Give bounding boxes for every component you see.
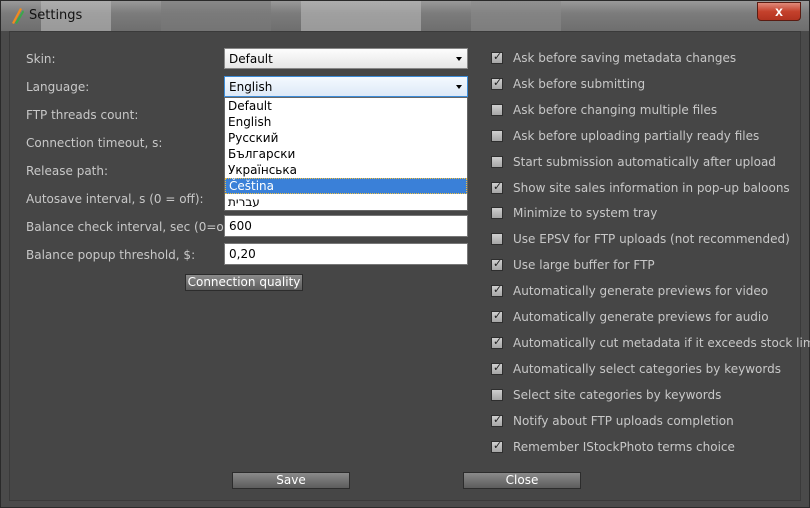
balance-popup-label: Balance popup threshold, $:: [26, 248, 196, 262]
language-option-highlighted[interactable]: Čeština: [225, 178, 467, 194]
option-checkbox[interactable]: ✓: [491, 413, 503, 427]
connection-quality-button[interactable]: Connection quality: [185, 274, 303, 291]
option-label: Ask before saving metadata changes: [513, 51, 737, 65]
language-option[interactable]: Default: [225, 98, 467, 114]
checkmark-icon: ✓: [493, 335, 503, 348]
language-label: Language:: [26, 80, 90, 94]
release-path-label: Release path:: [26, 164, 109, 178]
settings-window: Settings x Skin: Language: FTP threads c…: [0, 0, 810, 508]
chevron-down-icon: [456, 85, 462, 89]
chevron-down-icon: [456, 57, 462, 61]
skin-label: Skin:: [26, 52, 56, 66]
language-value: English: [229, 80, 273, 94]
option-label: Automatically generate previews for vide…: [513, 284, 769, 299]
option-checkbox[interactable]: ✓: [491, 180, 503, 194]
skin-value: Default: [229, 52, 273, 66]
checkmark-icon: ✓: [493, 180, 503, 193]
option-label: Use EPSV for FTP uploads (not recommende…: [513, 232, 790, 247]
autosave-label: Autosave interval, s (0 = off):: [26, 192, 204, 206]
option-checkbox[interactable]: [491, 388, 503, 401]
checkmark-icon: ✓: [493, 413, 503, 426]
checkmark-icon: ✓: [493, 258, 503, 271]
option-checkbox[interactable]: ✓: [491, 284, 503, 298]
checkmark-icon: ✓: [493, 284, 503, 297]
option-checkbox[interactable]: [491, 155, 503, 168]
option-checkbox[interactable]: ✓: [491, 51, 503, 64]
option-checkbox[interactable]: ✓: [491, 310, 503, 323]
option-label: Remember IStockPhoto terms choice: [513, 439, 735, 454]
balance-check-input[interactable]: 600: [224, 215, 468, 237]
checkmark-icon: ✓: [493, 310, 503, 322]
connection-timeout-label: Connection timeout, s:: [26, 136, 163, 150]
option-label: Use large buffer for FTP: [513, 258, 655, 273]
window-title: Settings: [29, 8, 83, 23]
skin-select[interactable]: Default: [224, 48, 468, 69]
option-checkbox[interactable]: [491, 129, 503, 142]
option-checkbox[interactable]: ✓: [491, 76, 503, 90]
settings-panel: Skin: Language: FTP threads count: Conne…: [9, 31, 810, 501]
title-bar[interactable]: Settings x: [1, 1, 809, 31]
balance-popup-input[interactable]: 0,20: [224, 243, 468, 265]
language-option[interactable]: English: [225, 114, 467, 130]
option-checkbox[interactable]: ✓: [491, 258, 503, 272]
checkmark-icon: ✓: [493, 361, 503, 374]
option-label: Automatically generate previews for audi…: [513, 310, 769, 324]
window-close-button[interactable]: x: [757, 2, 801, 21]
option-label: Notify about FTP uploads completion: [513, 413, 734, 428]
language-select[interactable]: English: [224, 76, 468, 97]
option-checkbox[interactable]: [491, 207, 503, 220]
option-checkbox[interactable]: [491, 233, 503, 246]
option-label: Select site categories by keywords: [513, 387, 722, 402]
language-option[interactable]: Русский: [225, 130, 467, 146]
option-label: Ask before uploading partially ready fil…: [513, 128, 760, 143]
language-dropdown-list: Default English Русский Български Україн…: [224, 97, 468, 211]
option-label: Ask before submitting: [513, 76, 646, 91]
checkmark-icon: ✓: [493, 76, 503, 89]
close-button[interactable]: Close: [463, 472, 581, 489]
language-option[interactable]: עברית: [225, 194, 467, 210]
option-checkbox[interactable]: ✓: [491, 439, 503, 453]
ftp-threads-label: FTP threads count:: [26, 108, 139, 122]
checkmark-icon: ✓: [493, 51, 503, 63]
option-label: Minimize to system tray: [513, 206, 658, 221]
option-checkbox[interactable]: [491, 103, 503, 116]
save-button[interactable]: Save: [232, 472, 350, 489]
option-label: Start submission automatically after upl…: [513, 154, 776, 169]
option-label: Automatically cut metadata if it exceeds…: [513, 335, 810, 350]
language-option[interactable]: Українська: [225, 162, 467, 178]
app-logo-icon: [12, 8, 24, 24]
checkmark-icon: ✓: [493, 439, 503, 452]
option-checkbox[interactable]: ✓: [491, 361, 503, 375]
balance-check-label: Balance check interval, sec (0=off):: [26, 220, 241, 234]
option-label: Automatically select categories by keywo…: [513, 361, 781, 376]
option-label: Ask before changing multiple files: [513, 102, 718, 117]
option-label: Show site sales information in pop-up ba…: [513, 180, 790, 195]
language-option[interactable]: Български: [225, 146, 467, 162]
option-checkbox[interactable]: ✓: [491, 335, 503, 349]
